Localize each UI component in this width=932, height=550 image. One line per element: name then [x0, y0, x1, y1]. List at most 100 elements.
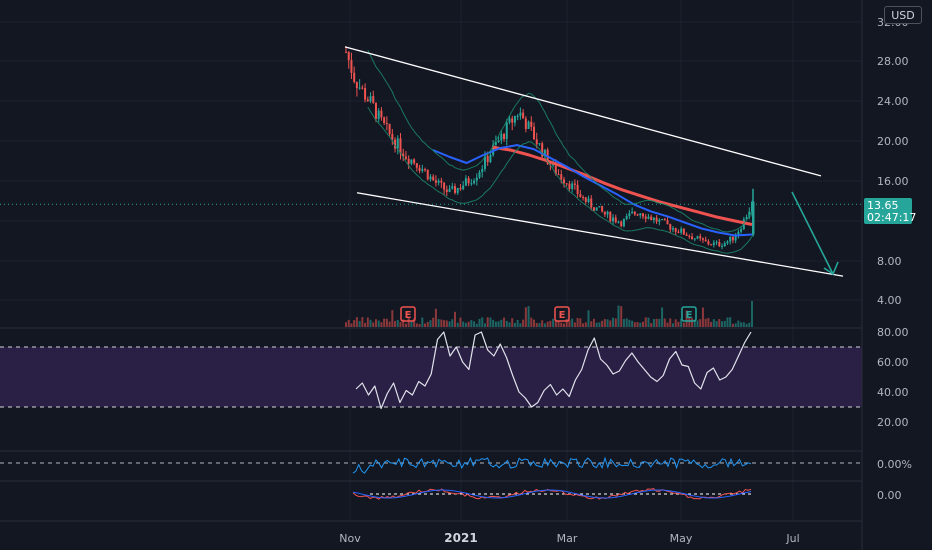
candle-body [731, 236, 734, 241]
volume-bar [437, 319, 440, 327]
candle-body [601, 206, 604, 212]
candle-body [445, 189, 448, 192]
candle-body [508, 118, 511, 123]
stock-chart[interactable]: E E E 32.00 28.00 24.00 20.00 16.00 8.00… [0, 0, 932, 550]
volume-bar [464, 322, 467, 327]
candle-body [489, 154, 492, 163]
volume-bar [494, 321, 497, 327]
currency-badge[interactable]: USD [884, 6, 922, 24]
volume-bar [380, 322, 383, 327]
candle-body [437, 180, 440, 183]
candle-body [347, 51, 350, 61]
candle-body [644, 216, 647, 219]
candle-body [622, 219, 625, 227]
candle-body [652, 217, 655, 221]
volume-bar [492, 319, 495, 327]
candle-body [633, 211, 636, 215]
volume-bar [364, 322, 367, 327]
volume-bar [682, 322, 685, 327]
volume-bar [500, 319, 503, 327]
volume-bar [576, 317, 579, 327]
volume-bar [424, 323, 427, 327]
volume-bar [617, 305, 620, 327]
volume-bar [350, 323, 353, 327]
volume-bar [511, 318, 514, 327]
volume-bar [642, 321, 645, 327]
volume-bar [385, 318, 388, 327]
volume-bar [731, 323, 734, 327]
candle-body [366, 99, 369, 102]
price-tick: 16.00 [877, 175, 909, 188]
volume-bar [513, 322, 516, 327]
candle-body [617, 221, 620, 223]
volume-bar [628, 319, 631, 327]
candle-body [358, 87, 361, 89]
candle-body [734, 236, 737, 241]
candle-body [372, 96, 375, 103]
candle-body [413, 159, 416, 164]
rsi-tick: 60.00 [877, 356, 909, 369]
candle-body [432, 176, 435, 181]
volume-bar [546, 321, 549, 327]
price-tick: 20.00 [877, 135, 909, 148]
candle-body [614, 217, 617, 223]
volume-bar [396, 319, 399, 327]
candle-body [516, 115, 519, 117]
candle-body [571, 183, 574, 189]
volume-bar [467, 321, 470, 327]
volume-bar [663, 318, 666, 327]
candle-body [377, 110, 380, 119]
rsi-tick: 20.00 [877, 416, 909, 429]
candle-body [595, 207, 598, 211]
candle-body [661, 219, 664, 221]
candle-body [699, 236, 702, 239]
volume-bar [584, 322, 587, 327]
volume-bar [361, 317, 364, 327]
volume-bar [598, 322, 601, 327]
candle-body [688, 235, 691, 237]
candle-body [388, 123, 391, 134]
candle-body [710, 244, 713, 246]
volume-bar [440, 319, 443, 327]
volume-bar [587, 310, 590, 327]
volume-bar [372, 322, 375, 327]
volume-bar [745, 323, 748, 327]
candle-body [421, 169, 424, 171]
volume-bar [696, 320, 699, 327]
volume-bar [524, 307, 527, 327]
candle-body [625, 215, 628, 220]
candle-body [707, 241, 710, 245]
candle-body [385, 123, 388, 125]
volume-bar [710, 321, 713, 327]
volume-bar [543, 323, 546, 327]
time-tick: 2021 [444, 531, 477, 545]
candle-body [467, 178, 470, 184]
candle-body [718, 241, 721, 247]
price-tick: 8.00 [877, 255, 902, 268]
volume-bar [726, 317, 729, 327]
volume-bar [516, 320, 519, 327]
candle-body [655, 217, 658, 222]
volume-bar [426, 321, 429, 327]
candle-body [443, 182, 446, 190]
candle-body [647, 216, 650, 219]
volume-bar [489, 317, 492, 327]
candle-body [677, 231, 680, 233]
candle-body [704, 239, 707, 242]
volume-bar [606, 319, 609, 327]
candle-body [500, 133, 503, 141]
volume-bar [674, 319, 677, 327]
volume-bar [404, 323, 407, 327]
volume-bar [699, 319, 702, 327]
candle-body [470, 183, 473, 185]
volume-bar [669, 318, 672, 327]
candle-body [383, 117, 386, 124]
volume-bar [748, 322, 751, 327]
candle-body [752, 201, 755, 235]
candle-body [658, 219, 661, 222]
earnings-label: E [559, 310, 566, 321]
volume-bar [497, 321, 500, 327]
volume-bar [473, 321, 476, 327]
candle-body [527, 121, 530, 129]
candle-body [364, 88, 367, 100]
